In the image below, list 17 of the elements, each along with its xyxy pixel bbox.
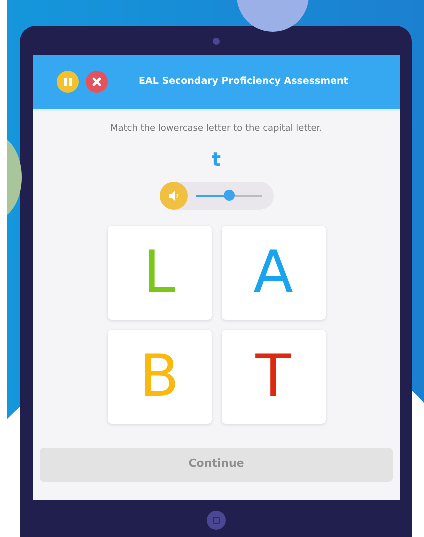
camera-icon: [213, 38, 220, 45]
letter-card[interactable]: A: [222, 226, 326, 320]
home-button[interactable]: [207, 511, 226, 530]
letter-card[interactable]: T: [222, 330, 326, 424]
speaker-button[interactable]: [160, 182, 188, 210]
pause-button[interactable]: [57, 71, 79, 93]
letter-card[interactable]: L: [108, 226, 212, 320]
volume-thumb[interactable]: [224, 190, 234, 201]
square-icon: [213, 517, 220, 524]
close-button[interactable]: [86, 71, 108, 93]
assessment-title: EAL Secondary Proficiency Assessment: [139, 74, 348, 89]
pause-icon: [63, 77, 73, 87]
close-icon: [92, 77, 102, 87]
instruction-text: Match the lowercase letter to the capital letter.: [109, 123, 324, 136]
letter-card[interactable]: B: [108, 330, 212, 424]
prompt-letter: t: [210, 150, 222, 170]
speaker-icon: [168, 190, 180, 200]
